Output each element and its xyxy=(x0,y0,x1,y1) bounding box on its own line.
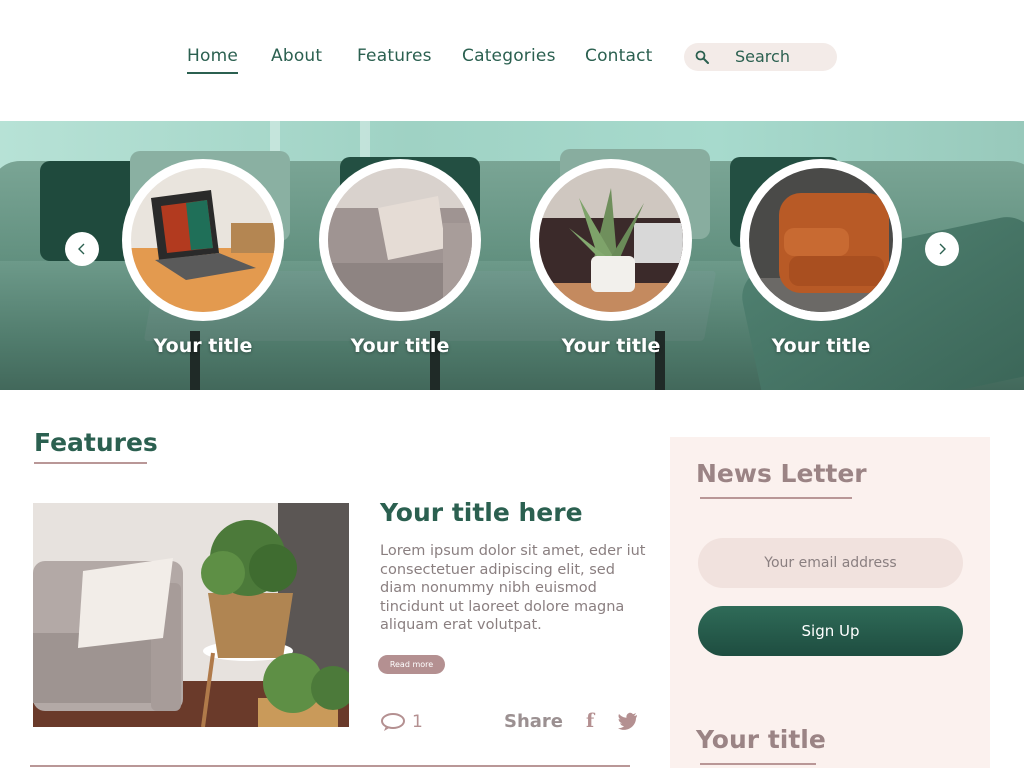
nav-item-contact[interactable]: Contact xyxy=(585,46,653,66)
chevron-left-icon xyxy=(78,243,85,255)
armchair-image xyxy=(749,168,893,312)
post-title[interactable]: Your title here xyxy=(380,498,583,527)
top-navigation: Home About Features Categories Contact S… xyxy=(0,0,1024,120)
post-excerpt: Lorem ipsum dolor sit amet, eder iut con… xyxy=(380,543,646,633)
comment-icon[interactable] xyxy=(380,712,406,732)
nav-item-categories[interactable]: Categories xyxy=(462,46,556,66)
sidebar-section-title: Your title xyxy=(696,725,826,754)
heading-underline xyxy=(700,763,816,765)
plant-image xyxy=(539,168,683,312)
carousel-next-button[interactable] xyxy=(925,232,959,266)
nav-item-features[interactable]: Features xyxy=(357,46,432,66)
heading-underline xyxy=(34,462,147,464)
read-more-button[interactable]: Read more xyxy=(378,655,445,674)
email-field[interactable] xyxy=(698,538,963,588)
search-bar[interactable]: Search xyxy=(684,43,837,71)
heading-underline xyxy=(700,497,852,499)
sign-up-button[interactable]: Sign Up xyxy=(698,606,963,656)
carousel-prev-button[interactable] xyxy=(65,232,99,266)
chevron-right-icon xyxy=(939,243,946,255)
sofa-image xyxy=(328,168,472,312)
card-title: Your title xyxy=(771,335,871,357)
newsletter-heading: News Letter xyxy=(696,459,867,488)
nav-item-home[interactable]: Home xyxy=(187,46,239,74)
divider xyxy=(30,765,630,767)
card-title: Your title xyxy=(153,335,253,357)
feature-post-image[interactable] xyxy=(33,503,349,727)
search-icon xyxy=(695,50,709,64)
nav-item-about[interactable]: About xyxy=(271,46,322,66)
features-heading: Features xyxy=(34,428,158,457)
share-label: Share xyxy=(504,711,564,732)
laptop-image xyxy=(131,168,275,312)
comment-count: 1 xyxy=(412,712,423,732)
newsletter-sidebar: News Letter Sign Up Your title xyxy=(670,437,990,768)
search-label: Search xyxy=(735,47,790,66)
facebook-icon[interactable]: f xyxy=(586,710,594,732)
twitter-icon[interactable] xyxy=(618,712,638,730)
card-title: Your title xyxy=(561,335,661,357)
card-title: Your title xyxy=(350,335,450,357)
